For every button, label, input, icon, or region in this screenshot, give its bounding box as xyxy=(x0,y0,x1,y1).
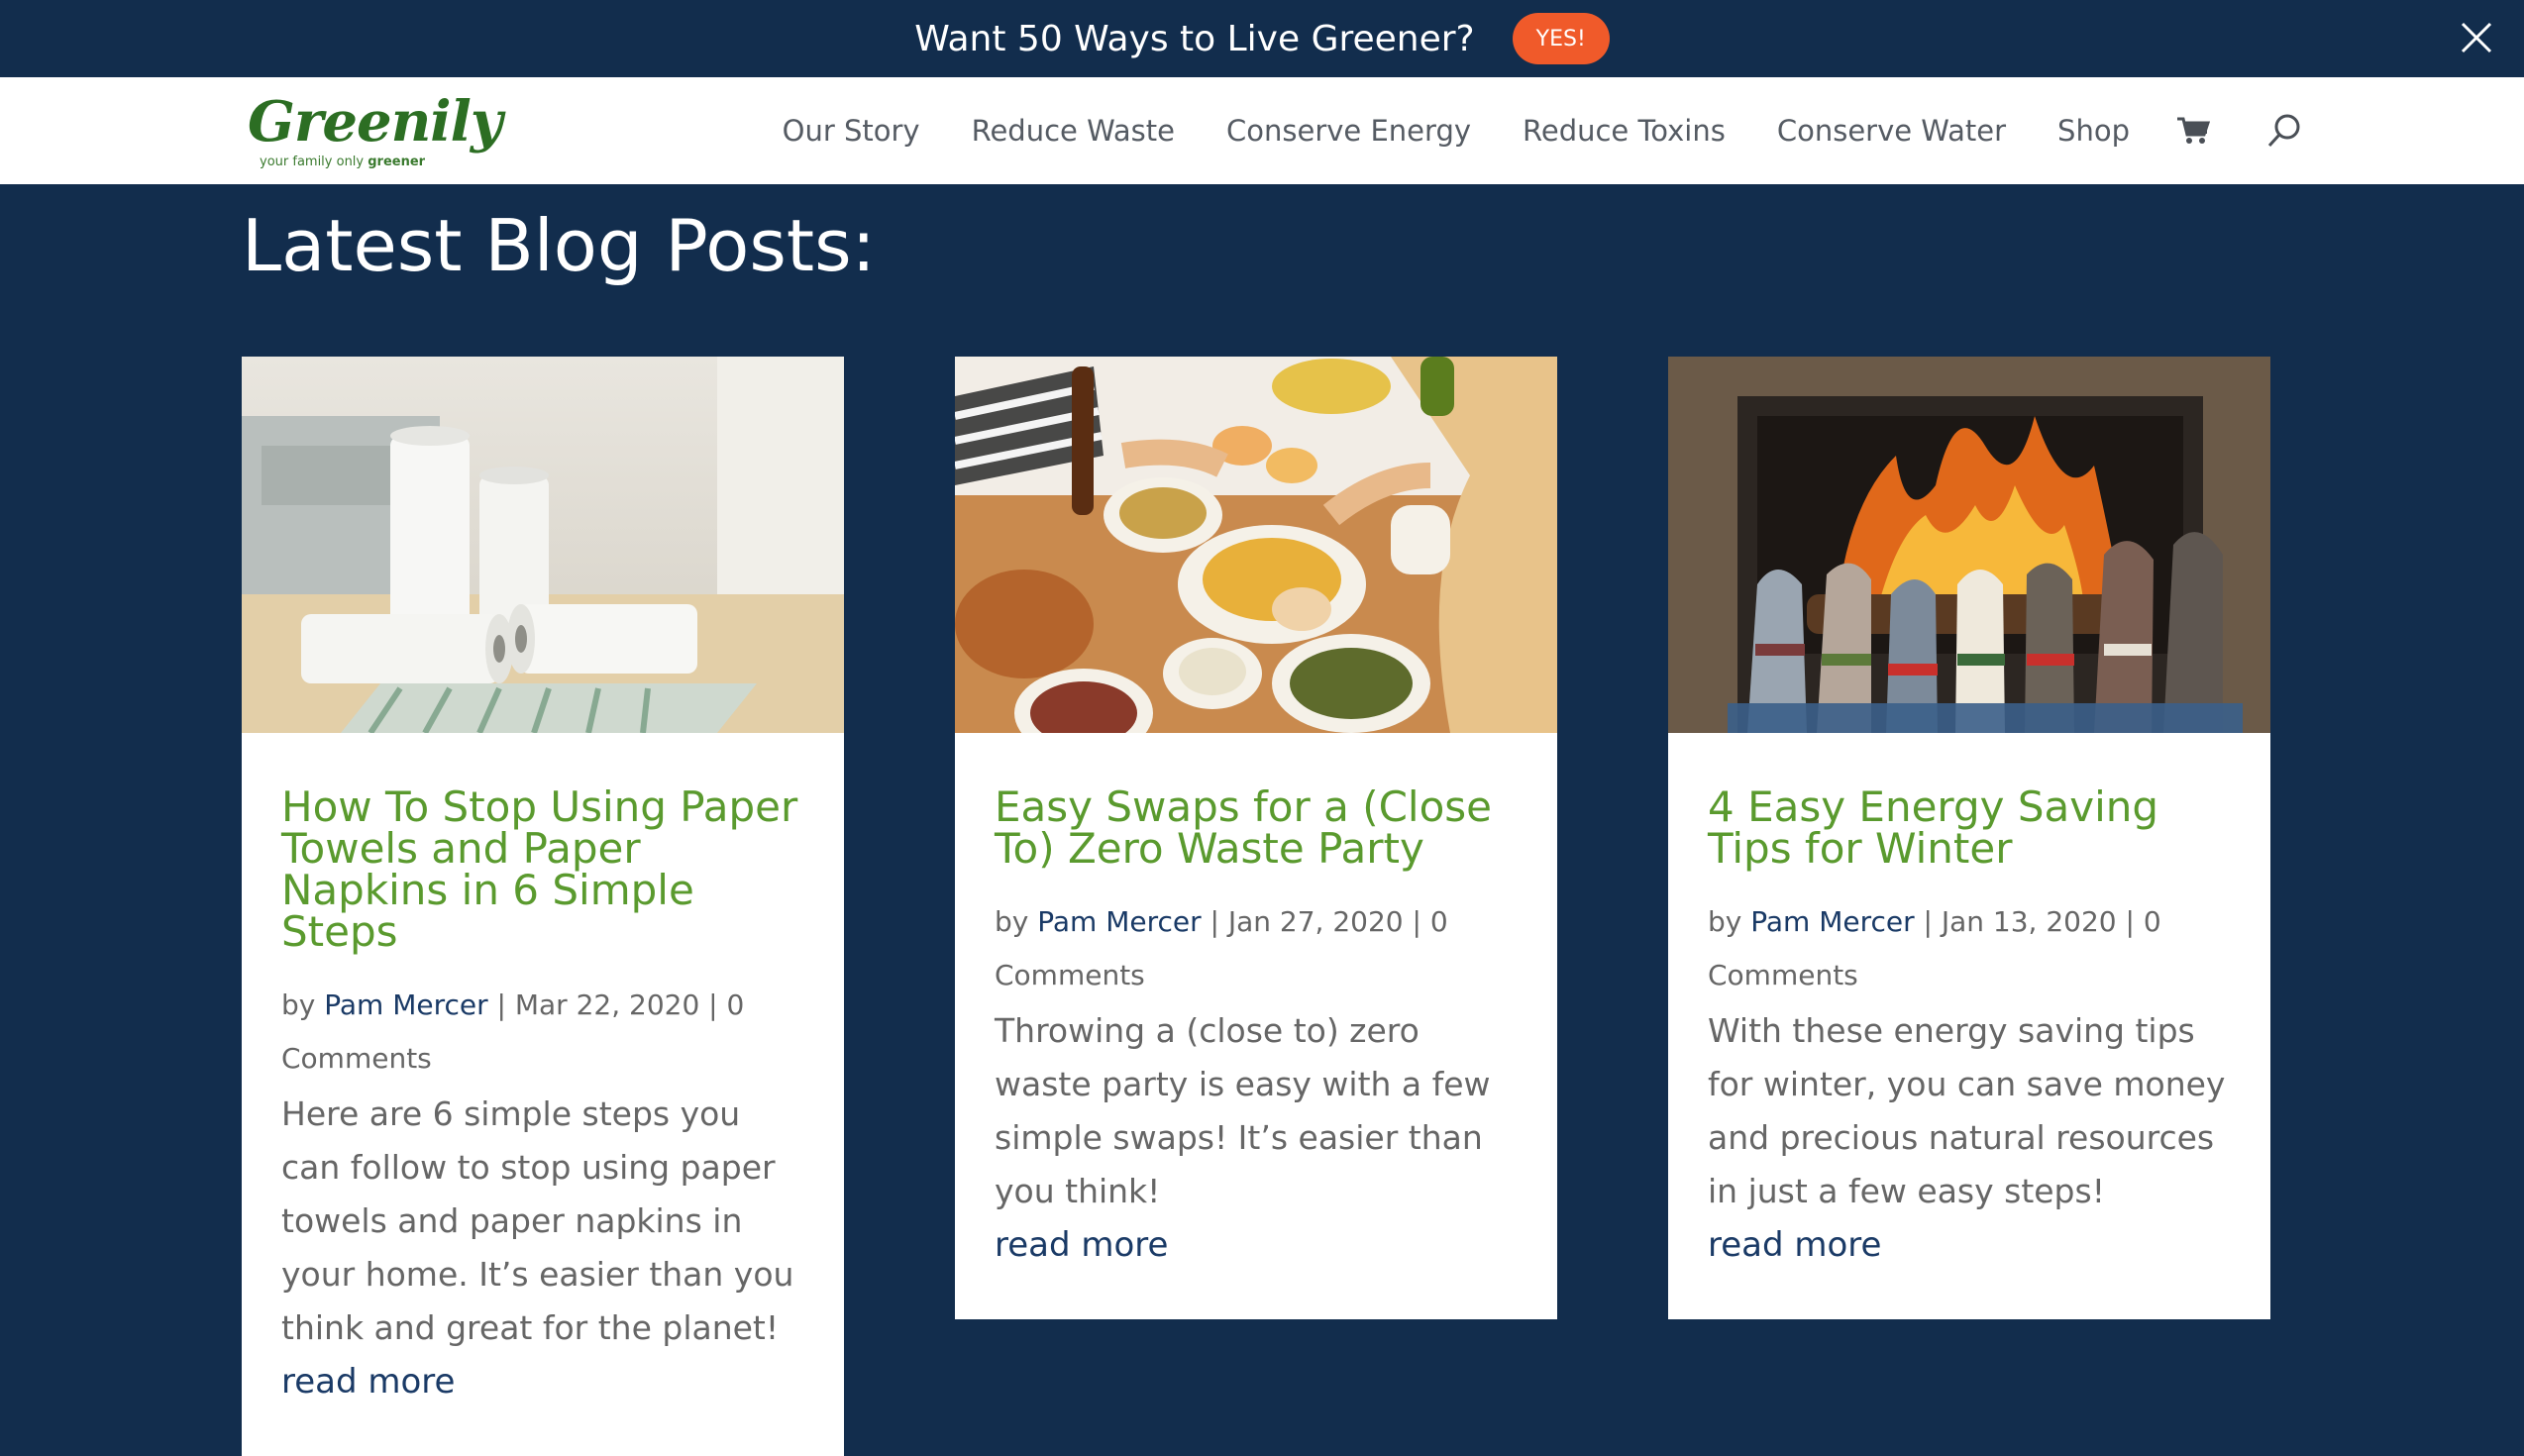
author-link[interactable]: Pam Mercer xyxy=(1750,905,1914,938)
read-more-link[interactable]: read more xyxy=(281,1355,455,1408)
meta-by: by xyxy=(1708,905,1751,938)
post-image-fireplace[interactable] xyxy=(1668,357,2270,733)
author-link[interactable]: Pam Mercer xyxy=(324,988,487,1021)
logo-tagline: your family only greener xyxy=(260,155,425,169)
card-body: 4 Easy Energy Saving Tips for Winter by … xyxy=(1668,733,2270,1319)
post-image-paper-towels[interactable] xyxy=(242,357,844,733)
promo-yes-button[interactable]: YES! xyxy=(1512,13,1610,64)
post-excerpt: Here are 6 simple steps you can follow t… xyxy=(281,1094,794,1347)
post-title[interactable]: How To Stop Using Paper Towels and Paper… xyxy=(281,786,804,953)
logo-tagline-bold: greener xyxy=(368,155,426,169)
nav-reduce-toxins[interactable]: Reduce Toxins xyxy=(1523,114,1726,148)
post-title[interactable]: 4 Easy Energy Saving Tips for Winter xyxy=(1708,786,2231,870)
post-meta: by Pam Mercer | Jan 27, 2020 | 0 Comment… xyxy=(995,895,1518,1002)
blog-card: 4 Easy Energy Saving Tips for Winter by … xyxy=(1668,357,2270,1319)
nav-conserve-energy[interactable]: Conserve Energy xyxy=(1226,114,1471,148)
read-more-link[interactable]: read more xyxy=(995,1218,1168,1272)
post-image-party[interactable] xyxy=(955,357,1557,733)
blog-card: How To Stop Using Paper Towels and Paper… xyxy=(242,357,844,1456)
search-icon[interactable] xyxy=(2264,111,2304,151)
read-more-link[interactable]: read more xyxy=(1708,1218,1881,1272)
card-body: Easy Swaps for a (Close To) Zero Waste P… xyxy=(955,733,1557,1319)
logo-wordmark: Greenily xyxy=(248,89,502,155)
section-title: Latest Blog Posts: xyxy=(242,204,876,287)
blog-card: Easy Swaps for a (Close To) Zero Waste P… xyxy=(955,357,1557,1319)
post-excerpt: With these energy saving tips for winter… xyxy=(1708,1011,2226,1210)
nav-conserve-water[interactable]: Conserve Water xyxy=(1777,114,2006,148)
author-link[interactable]: Pam Mercer xyxy=(1037,905,1201,938)
site-header: Greenily your family only greener Our St… xyxy=(0,77,2524,184)
promo-bar: Want 50 Ways to Live Greener? YES! xyxy=(0,0,2524,77)
promo-text: Want 50 Ways to Live Greener? xyxy=(914,18,1475,59)
site-logo[interactable]: Greenily your family only greener xyxy=(246,89,502,172)
post-excerpt: Throwing a (close to) zero waste party i… xyxy=(995,1011,1491,1210)
meta-by: by xyxy=(995,905,1038,938)
meta-by: by xyxy=(281,988,325,1021)
post-meta: by Pam Mercer | Jan 13, 2020 | 0 Comment… xyxy=(1708,895,2231,1002)
post-meta: by Pam Mercer | Mar 22, 2020 | 0 Comment… xyxy=(281,979,804,1086)
nav-shop[interactable]: Shop xyxy=(2057,114,2130,148)
close-icon[interactable] xyxy=(2453,14,2500,61)
main-nav: Our Story Reduce Waste Conserve Energy R… xyxy=(731,77,2304,184)
nav-our-story[interactable]: Our Story xyxy=(783,114,920,148)
nav-reduce-waste[interactable]: Reduce Waste xyxy=(972,114,1175,148)
post-title[interactable]: Easy Swaps for a (Close To) Zero Waste P… xyxy=(995,786,1518,870)
logo-tagline-prefix: your family only xyxy=(260,155,368,169)
card-body: How To Stop Using Paper Towels and Paper… xyxy=(242,733,844,1456)
cart-icon[interactable] xyxy=(2173,111,2213,151)
